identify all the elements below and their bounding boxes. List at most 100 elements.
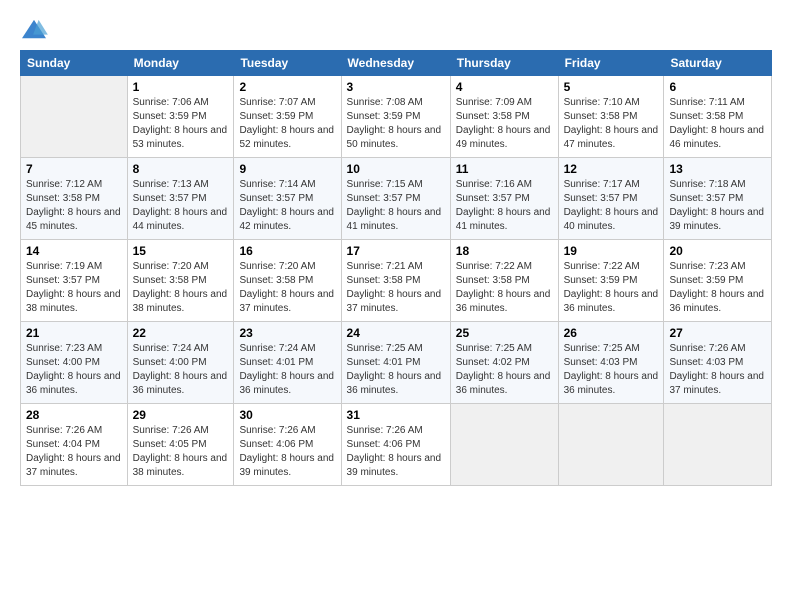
calendar-cell: 2 Sunrise: 7:07 AMSunset: 3:59 PMDaylight… xyxy=(234,76,341,158)
calendar-cell: 19 Sunrise: 7:22 AMSunset: 3:59 PMDayligh… xyxy=(558,240,664,322)
weekday-header-friday: Friday xyxy=(558,51,664,76)
day-info: Sunrise: 7:22 AMSunset: 3:58 PMDaylight:… xyxy=(456,260,553,316)
day-number: 15 xyxy=(133,244,229,258)
day-info: Sunrise: 7:14 AMSunset: 3:57 PMDaylight:… xyxy=(239,178,335,234)
day-info: Sunrise: 7:06 AMSunset: 3:59 PMDaylight:… xyxy=(133,96,229,152)
calendar-cell: 17 Sunrise: 7:21 AMSunset: 3:58 PMDayligh… xyxy=(341,240,450,322)
day-info: Sunrise: 7:19 AMSunset: 3:57 PMDaylight:… xyxy=(26,260,122,316)
day-info: Sunrise: 7:26 AMSunset: 4:06 PMDaylight:… xyxy=(239,424,335,480)
calendar-cell: 21Sunrise: 7:23 AMSunset: 4:00 PMDayligh… xyxy=(21,322,128,404)
day-number: 2 xyxy=(239,80,335,94)
day-number: 14 xyxy=(26,244,122,258)
calendar-cell xyxy=(664,404,772,486)
day-number: 22 xyxy=(133,326,229,340)
calendar-cell: 11 Sunrise: 7:16 AMSunset: 3:57 PMDayligh… xyxy=(450,158,558,240)
day-info: Sunrise: 7:25 AMSunset: 4:01 PMDaylight:… xyxy=(347,342,445,398)
calendar-cell xyxy=(21,76,128,158)
day-info: Sunrise: 7:25 AMSunset: 4:03 PMDaylight:… xyxy=(564,342,659,398)
day-info: Sunrise: 7:13 AMSunset: 3:57 PMDaylight:… xyxy=(133,178,229,234)
day-number: 1 xyxy=(133,80,229,94)
calendar-week-row: 7Sunrise: 7:12 AMSunset: 3:58 PMDaylight… xyxy=(21,158,772,240)
day-number: 10 xyxy=(347,162,445,176)
logo-icon xyxy=(20,18,48,42)
day-number: 12 xyxy=(564,162,659,176)
calendar-cell: 12Sunrise: 7:17 AMSunset: 3:57 PMDayligh… xyxy=(558,158,664,240)
weekday-header-monday: Monday xyxy=(127,51,234,76)
day-number: 24 xyxy=(347,326,445,340)
calendar-cell: 13Sunrise: 7:18 AMSunset: 3:57 PMDayligh… xyxy=(664,158,772,240)
calendar-cell: 25 Sunrise: 7:25 AMSunset: 4:02 PMDayligh… xyxy=(450,322,558,404)
weekday-header-row: SundayMondayTuesdayWednesdayThursdayFrid… xyxy=(21,51,772,76)
day-info: Sunrise: 7:10 AMSunset: 3:58 PMDaylight:… xyxy=(564,96,659,152)
day-number: 6 xyxy=(669,80,766,94)
day-info: Sunrise: 7:07 AMSunset: 3:59 PMDaylight:… xyxy=(239,96,335,152)
day-info: Sunrise: 7:08 AMSunset: 3:59 PMDaylight:… xyxy=(347,96,445,152)
day-info: Sunrise: 7:18 AMSunset: 3:57 PMDaylight:… xyxy=(669,178,766,234)
calendar-cell: 30 Sunrise: 7:26 AMSunset: 4:06 PMDayligh… xyxy=(234,404,341,486)
calendar-cell: 15Sunrise: 7:20 AMSunset: 3:58 PMDayligh… xyxy=(127,240,234,322)
day-info: Sunrise: 7:26 AMSunset: 4:05 PMDaylight:… xyxy=(133,424,229,480)
day-number: 8 xyxy=(133,162,229,176)
day-number: 18 xyxy=(456,244,553,258)
calendar-cell: 6 Sunrise: 7:11 AMSunset: 3:58 PMDaylight… xyxy=(664,76,772,158)
day-info: Sunrise: 7:24 AMSunset: 4:00 PMDaylight:… xyxy=(133,342,229,398)
day-number: 25 xyxy=(456,326,553,340)
day-number: 11 xyxy=(456,162,553,176)
day-number: 9 xyxy=(239,162,335,176)
calendar-cell: 7Sunrise: 7:12 AMSunset: 3:58 PMDaylight… xyxy=(21,158,128,240)
calendar-cell: 26 Sunrise: 7:25 AMSunset: 4:03 PMDayligh… xyxy=(558,322,664,404)
day-info: Sunrise: 7:20 AMSunset: 3:58 PMDaylight:… xyxy=(239,260,335,316)
calendar-cell xyxy=(558,404,664,486)
weekday-header-thursday: Thursday xyxy=(450,51,558,76)
day-info: Sunrise: 7:21 AMSunset: 3:58 PMDaylight:… xyxy=(347,260,445,316)
calendar-table: SundayMondayTuesdayWednesdayThursdayFrid… xyxy=(20,50,772,486)
day-number: 30 xyxy=(239,408,335,422)
calendar-cell: 24 Sunrise: 7:25 AMSunset: 4:01 PMDayligh… xyxy=(341,322,450,404)
calendar-cell: 9 Sunrise: 7:14 AMSunset: 3:57 PMDaylight… xyxy=(234,158,341,240)
day-number: 31 xyxy=(347,408,445,422)
day-number: 3 xyxy=(347,80,445,94)
day-number: 17 xyxy=(347,244,445,258)
logo xyxy=(20,18,52,42)
day-info: Sunrise: 7:16 AMSunset: 3:57 PMDaylight:… xyxy=(456,178,553,234)
weekday-header-sunday: Sunday xyxy=(21,51,128,76)
calendar-cell: 4Sunrise: 7:09 AMSunset: 3:58 PMDaylight… xyxy=(450,76,558,158)
calendar-cell: 23 Sunrise: 7:24 AMSunset: 4:01 PMDayligh… xyxy=(234,322,341,404)
day-info: Sunrise: 7:11 AMSunset: 3:58 PMDaylight:… xyxy=(669,96,766,152)
day-number: 28 xyxy=(26,408,122,422)
calendar-cell: 31Sunrise: 7:26 AMSunset: 4:06 PMDayligh… xyxy=(341,404,450,486)
day-number: 19 xyxy=(564,244,659,258)
day-info: Sunrise: 7:15 AMSunset: 3:57 PMDaylight:… xyxy=(347,178,445,234)
day-info: Sunrise: 7:23 AMSunset: 3:59 PMDaylight:… xyxy=(669,260,766,316)
day-info: Sunrise: 7:26 AMSunset: 4:03 PMDaylight:… xyxy=(669,342,766,398)
calendar-cell xyxy=(450,404,558,486)
calendar-cell: 16 Sunrise: 7:20 AMSunset: 3:58 PMDayligh… xyxy=(234,240,341,322)
day-info: Sunrise: 7:23 AMSunset: 4:00 PMDaylight:… xyxy=(26,342,122,398)
day-number: 29 xyxy=(133,408,229,422)
day-info: Sunrise: 7:22 AMSunset: 3:59 PMDaylight:… xyxy=(564,260,659,316)
calendar-cell: 20Sunrise: 7:23 AMSunset: 3:59 PMDayligh… xyxy=(664,240,772,322)
weekday-header-wednesday: Wednesday xyxy=(341,51,450,76)
calendar-cell: 22 Sunrise: 7:24 AMSunset: 4:00 PMDayligh… xyxy=(127,322,234,404)
calendar-cell: 28Sunrise: 7:26 AMSunset: 4:04 PMDayligh… xyxy=(21,404,128,486)
calendar-week-row: 1 Sunrise: 7:06 AMSunset: 3:59 PMDaylight… xyxy=(21,76,772,158)
calendar-cell: 14 Sunrise: 7:19 AMSunset: 3:57 PMDayligh… xyxy=(21,240,128,322)
calendar-week-row: 21Sunrise: 7:23 AMSunset: 4:00 PMDayligh… xyxy=(21,322,772,404)
calendar-week-row: 14 Sunrise: 7:19 AMSunset: 3:57 PMDayligh… xyxy=(21,240,772,322)
header xyxy=(20,18,772,42)
day-number: 4 xyxy=(456,80,553,94)
day-info: Sunrise: 7:25 AMSunset: 4:02 PMDaylight:… xyxy=(456,342,553,398)
calendar-week-row: 28Sunrise: 7:26 AMSunset: 4:04 PMDayligh… xyxy=(21,404,772,486)
day-info: Sunrise: 7:12 AMSunset: 3:58 PMDaylight:… xyxy=(26,178,122,234)
day-number: 16 xyxy=(239,244,335,258)
calendar-cell: 8 Sunrise: 7:13 AMSunset: 3:57 PMDaylight… xyxy=(127,158,234,240)
day-info: Sunrise: 7:24 AMSunset: 4:01 PMDaylight:… xyxy=(239,342,335,398)
day-number: 26 xyxy=(564,326,659,340)
main-container: SundayMondayTuesdayWednesdayThursdayFrid… xyxy=(0,0,792,496)
calendar-cell: 3 Sunrise: 7:08 AMSunset: 3:59 PMDaylight… xyxy=(341,76,450,158)
day-number: 23 xyxy=(239,326,335,340)
calendar-cell: 10 Sunrise: 7:15 AMSunset: 3:57 PMDayligh… xyxy=(341,158,450,240)
day-number: 5 xyxy=(564,80,659,94)
calendar-cell: 27Sunrise: 7:26 AMSunset: 4:03 PMDayligh… xyxy=(664,322,772,404)
calendar-cell: 18 Sunrise: 7:22 AMSunset: 3:58 PMDayligh… xyxy=(450,240,558,322)
